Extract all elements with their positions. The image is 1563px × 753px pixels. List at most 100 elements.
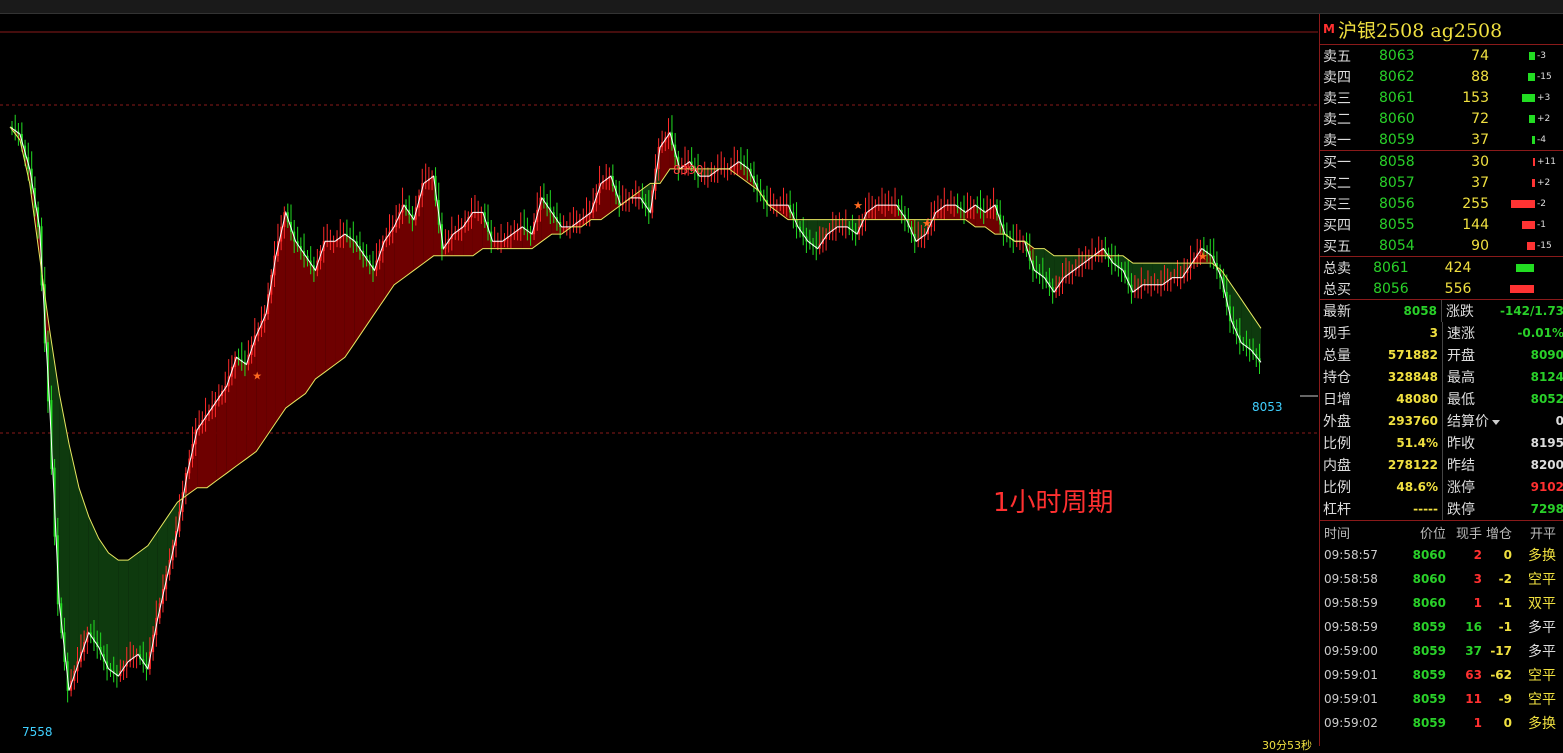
ob-bar-group: +11 <box>1489 157 1563 167</box>
ask-row[interactable]: 卖四 8062 88 -15 <box>1320 66 1563 87</box>
stat-label-right[interactable]: 结算价 <box>1443 411 1502 431</box>
ob-bar-group: -15 <box>1489 241 1563 251</box>
stat-label: 外盘 <box>1323 414 1351 430</box>
ob-price: 8054 <box>1379 237 1415 254</box>
ob-bar-group: -15 <box>1489 72 1563 82</box>
tick-header-cell: 现手 <box>1455 526 1482 542</box>
ob-bar-group: +2 <box>1489 178 1563 188</box>
stat-label-right: 最低 <box>1443 389 1502 409</box>
signal-star-icon: ★ <box>252 369 262 382</box>
tick-header: 时间 价位 现手 增仓 开平 <box>1320 521 1563 543</box>
tick-type: 空平 <box>1528 668 1556 684</box>
tick-row[interactable]: 09:58:59 8060 1 -1 双平 <box>1320 591 1563 615</box>
stat-label: 最新 <box>1323 304 1351 320</box>
contract-title: 沪银2508 ag2508 <box>1338 19 1503 42</box>
tick-row[interactable]: 09:59:00 8059 37 -17 多平 <box>1320 639 1563 663</box>
stat-value-right: 8052 <box>1530 392 1563 406</box>
ask-row[interactable]: 卖五 8063 74 -3 <box>1320 45 1563 66</box>
ob-label: 买四 <box>1323 217 1351 234</box>
stat-value-right: 0 <box>1555 414 1563 428</box>
ob-bar-group: -1 <box>1489 220 1563 230</box>
ob-label: 买一 <box>1323 154 1351 171</box>
stat-value-right: 8090 <box>1530 348 1563 362</box>
tick-type: 多换 <box>1528 548 1556 564</box>
tick-row[interactable]: 09:58:57 8060 2 0 多换 <box>1320 543 1563 567</box>
stat-value: 3 <box>1372 322 1444 344</box>
tick-row[interactable]: 09:59:01 8059 11 -9 空平 <box>1320 687 1563 711</box>
stat-value: 48080 <box>1372 388 1444 410</box>
contract-title-row[interactable]: M 沪银2508 ag2508 <box>1320 14 1563 45</box>
tick-volume: 1 <box>1473 596 1482 610</box>
tick-volume: 3 <box>1473 572 1482 586</box>
stat-row: 外盘 293760 结算价 0 <box>1320 410 1563 432</box>
stat-value: 571882 <box>1372 344 1444 366</box>
ask-row[interactable]: 卖二 8060 72 +2 <box>1320 108 1563 129</box>
total-row: 总买 8056 556 <box>1320 278 1563 299</box>
ob-change: +2 <box>1537 177 1551 188</box>
stat-label: 比例 <box>1323 436 1351 452</box>
ob-price: 8058 <box>1379 153 1415 170</box>
tick-volume: 1 <box>1473 716 1482 730</box>
tick-time: 09:58:59 <box>1324 620 1378 634</box>
tick-time: 09:59:01 <box>1324 668 1378 682</box>
orderbook-bids: 买一 8058 30 +11 买二 8057 37 +2 买三 8056 255 -2 买四 8055 14… <box>1320 151 1563 256</box>
ob-price: 8059 <box>1379 131 1415 148</box>
bid-row[interactable]: 买二 8057 37 +2 <box>1320 172 1563 193</box>
stat-label-right: 速涨 <box>1443 323 1502 343</box>
ob-change: +11 <box>1537 156 1556 167</box>
ob-change: -15 <box>1537 71 1552 82</box>
ob-bar-group: +2 <box>1489 114 1563 124</box>
ob-label: 卖二 <box>1323 111 1351 128</box>
stat-row: 总量 571882 开盘 8090 <box>1320 344 1563 366</box>
tick-price: 8059 <box>1412 716 1446 730</box>
tick-price: 8059 <box>1412 668 1446 682</box>
period-annotation: 1小时周期 <box>993 488 1114 518</box>
tick-price: 8059 <box>1412 692 1446 706</box>
signal-star-icon: ★ <box>1198 250 1208 263</box>
stat-value-right: 7298 <box>1530 502 1563 516</box>
tick-row[interactable]: 09:58:58 8060 3 -2 空平 <box>1320 567 1563 591</box>
ob-price: 8055 <box>1379 216 1415 233</box>
tick-time: 09:58:59 <box>1324 596 1378 610</box>
stat-value: 293760 <box>1372 410 1444 432</box>
ask-row[interactable]: 卖一 8059 37 -4 <box>1320 129 1563 150</box>
total-label: 总买 <box>1323 281 1351 298</box>
ob-vol: 144 <box>1462 216 1489 233</box>
tick-volume: 63 <box>1465 668 1482 682</box>
bid-row[interactable]: 买四 8055 144 -1 <box>1320 214 1563 235</box>
orderbook-totals: 总卖 8061 424 总买 8056 556 <box>1320 257 1563 299</box>
ob-label: 卖四 <box>1323 69 1351 86</box>
tick-time: 09:59:00 <box>1324 644 1378 658</box>
tick-row[interactable]: 09:59:01 8059 63 -62 空平 <box>1320 663 1563 687</box>
stat-row: 内盘 278122 昨结 8200 <box>1320 454 1563 476</box>
ob-price: 8057 <box>1379 174 1415 191</box>
tick-header-cell: 增仓 <box>1485 526 1512 542</box>
bid-row[interactable]: 买三 8056 255 -2 <box>1320 193 1563 214</box>
stat-label: 比例 <box>1323 480 1351 496</box>
tick-time: 09:59:01 <box>1324 692 1378 706</box>
ob-vol: 37 <box>1471 131 1489 148</box>
ob-change: -2 <box>1537 198 1546 209</box>
stat-value-right: 9102 <box>1530 480 1563 494</box>
ob-vol: 72 <box>1471 110 1489 127</box>
ob-volume-bar <box>1529 51 1535 60</box>
total-price: 8061 <box>1373 259 1409 276</box>
tick-list[interactable]: 时间 价位 现手 增仓 开平 09:58:57 8060 2 0 多换 09:58:58 8060 3 -… <box>1320 521 1563 735</box>
stat-value: 328848 <box>1372 366 1444 388</box>
tick-oi-change: 0 <box>1503 716 1512 730</box>
bid-row[interactable]: 买一 8058 30 +11 <box>1320 151 1563 172</box>
ask-row[interactable]: 卖三 8061 153 +3 <box>1320 87 1563 108</box>
stat-label-right-text: 速涨 <box>1447 326 1476 342</box>
stat-row: 现手 3 速涨 -0.01% <box>1320 322 1563 344</box>
signal-star-icon: ★ <box>853 199 863 212</box>
tick-price: 8059 <box>1412 620 1446 634</box>
stat-row: 日增 48080 最低 8052 <box>1320 388 1563 410</box>
tick-row[interactable]: 09:58:59 8059 16 -1 多平 <box>1320 615 1563 639</box>
ob-vol: 30 <box>1471 153 1489 170</box>
tick-oi-change: -62 <box>1490 668 1512 682</box>
bid-row[interactable]: 买五 8054 90 -15 <box>1320 235 1563 256</box>
tick-header-cell: 开平 <box>1529 526 1556 542</box>
dropdown-caret-icon[interactable] <box>1492 419 1501 425</box>
price-chart[interactable]: ★ ★ ★ ★ 8390 7558 8053 1小时周期 30分53秒 <box>0 14 1318 752</box>
tick-row[interactable]: 09:59:02 8059 1 0 多换 <box>1320 711 1563 735</box>
